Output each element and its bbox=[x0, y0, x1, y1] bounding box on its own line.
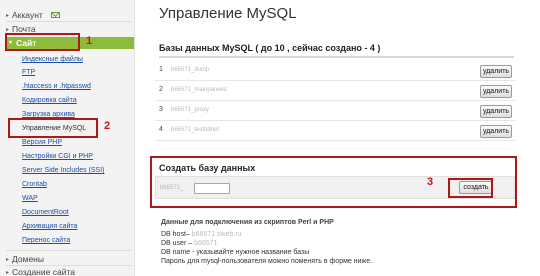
delete-database-button[interactable]: удалить bbox=[480, 85, 512, 98]
password-note: Пароль для mysql-пользователя можно поме… bbox=[161, 258, 373, 265]
database-name: b66571_testbdnet bbox=[171, 127, 220, 133]
db-host-value: b66571.sweb.ru bbox=[191, 231, 242, 238]
sidebar-item-domains-label: Домены bbox=[12, 254, 44, 264]
collapsed-arrow-icon: ▸ bbox=[6, 13, 10, 19]
database-row: 3 b66571_proxy удалить bbox=[155, 101, 515, 121]
database-number: 4 bbox=[159, 126, 163, 133]
sidebar-item-account[interactable]: ▸ Аккаунт bbox=[6, 10, 60, 20]
page-title: Управление MySQL bbox=[159, 5, 297, 22]
sidebar-link-site-archive[interactable]: Архивация сайта bbox=[22, 223, 77, 230]
sidebar-link-ftp[interactable]: FTP bbox=[22, 69, 35, 76]
annotation-number-3: 3 bbox=[427, 176, 434, 188]
database-name: b66571_mainpanelst bbox=[171, 87, 227, 93]
annotation-box-mysql bbox=[8, 118, 98, 138]
sidebar-link-archive-upload[interactable]: Загрузка архива bbox=[22, 111, 75, 118]
sidebar-link-index-files[interactable]: Индексные файлы bbox=[22, 56, 83, 63]
annotation-box-create-button bbox=[448, 178, 493, 198]
sidebar-link-wap[interactable]: WAP bbox=[22, 195, 38, 202]
delete-database-button[interactable]: удалить bbox=[480, 105, 512, 118]
db-host-line: DB host– b66571.sweb.ru bbox=[161, 231, 242, 238]
sidebar-link-cgi-php[interactable]: Настройки CGI и PHP bbox=[22, 153, 93, 160]
db-user-line: DB user – b66571 bbox=[161, 240, 217, 247]
connection-info-title: Данные для подключения из скриптов Perl … bbox=[161, 219, 334, 226]
collapsed-arrow-icon: ▸ bbox=[6, 270, 10, 276]
sidebar-link-documentroot[interactable]: DocumentRoot bbox=[22, 209, 69, 216]
db-user-label: DB user – bbox=[161, 240, 193, 247]
delete-database-button[interactable]: удалить bbox=[480, 65, 512, 78]
database-name: b66571_proxy bbox=[171, 107, 210, 113]
divider bbox=[6, 21, 131, 22]
collapsed-arrow-icon: ▸ bbox=[6, 257, 10, 263]
divider bbox=[6, 265, 131, 266]
databases-heading: Базы данных MySQL ( до 10 , сейчас созда… bbox=[159, 43, 381, 53]
sidebar-link-site-transfer[interactable]: Перенос сайта bbox=[22, 237, 70, 244]
sidebar-item-create-site[interactable]: ▸ Создание сайта bbox=[6, 267, 75, 276]
database-row: 4 b66571_testbdnet удалить bbox=[155, 121, 515, 141]
db-user-value: b66571 bbox=[194, 240, 218, 247]
annotation-number-2: 2 bbox=[104, 120, 111, 132]
database-row: 2 b66571_mainpanelst удалить bbox=[155, 81, 515, 101]
db-name-line: DB name - указывайте нужное название баз… bbox=[161, 249, 310, 256]
database-row: 1 b66571_dump удалить bbox=[155, 61, 515, 81]
annotation-box-site bbox=[5, 33, 80, 51]
database-number: 3 bbox=[159, 106, 163, 113]
database-name: b66571_dump bbox=[171, 67, 210, 73]
sidebar-link-ssi[interactable]: Server Side Includes (SSI) bbox=[22, 167, 104, 174]
database-number: 2 bbox=[159, 86, 163, 93]
mail-icon[interactable] bbox=[50, 12, 60, 18]
sidebar-item-domains[interactable]: ▸ Домены bbox=[6, 254, 44, 264]
database-number: 1 bbox=[159, 66, 163, 73]
sidebar-link-encoding[interactable]: Кодировка сайта bbox=[22, 97, 77, 104]
sidebar-item-account-label: Аккаунт bbox=[12, 10, 43, 20]
db-host-label: DB host– bbox=[161, 231, 190, 238]
sidebar-item-create-site-label: Создание сайта bbox=[12, 267, 75, 276]
divider bbox=[6, 250, 131, 251]
sidebar-link-htaccess[interactable]: .htaccess и .htpasswd bbox=[22, 83, 91, 90]
annotation-number-1: 1 bbox=[86, 35, 93, 47]
divider bbox=[159, 56, 514, 58]
delete-database-button[interactable]: удалить bbox=[480, 125, 512, 138]
sidebar-link-crontab[interactable]: Crontab bbox=[22, 181, 47, 188]
sidebar-link-php-version[interactable]: Версия PHP bbox=[22, 139, 62, 146]
